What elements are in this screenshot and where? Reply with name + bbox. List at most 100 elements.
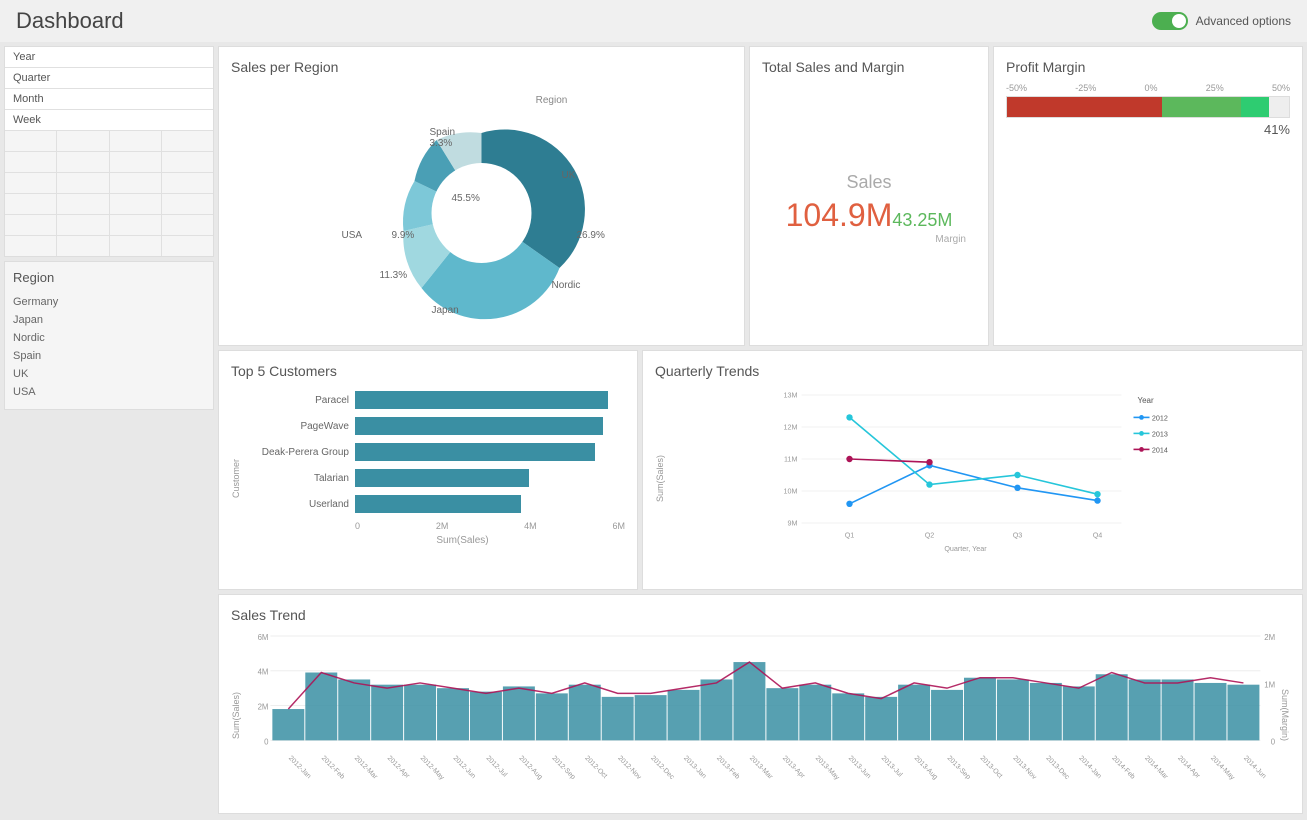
grid-cell-23 [110,236,161,256]
svg-text:9M: 9M [788,518,798,527]
axis-minus50: -50% [1006,83,1027,93]
donut-chart-container: Region [231,83,732,323]
svg-text:2012-Oct: 2012-Oct [583,755,608,780]
trend-bars-svg: 2012-Jan2012-Feb2012-Mar2012-Apr2012-May… [241,631,1280,800]
x-tick-6m: 6M [612,521,625,531]
grid-cell-19 [110,215,161,235]
region-uk[interactable]: UK [13,365,205,383]
svg-text:10M: 10M [784,486,798,495]
filter-week[interactable]: Week [5,110,213,131]
quarterly-chart: 13M 12M 11M 10M 9M Q1 Q2 Q3 Q4 [665,387,1290,571]
filter-quarter[interactable]: Quarter [5,68,213,89]
usa-label: USA [342,230,363,241]
filter-month[interactable]: Month [5,89,213,110]
svg-text:2012-Sep: 2012-Sep [550,755,576,781]
svg-text:Q3: Q3 [1013,530,1023,539]
grid-cell-2 [57,131,108,151]
svg-text:2013-Feb: 2013-Feb [715,755,741,781]
point-2012-q1 [846,501,852,507]
filter-year[interactable]: Year [5,47,213,68]
uk-pct: 26.9% [577,230,605,241]
x-tick-0: 0 [355,521,360,531]
customer-name-paracel: Paracel [245,395,355,406]
customer-bar-fill-talarian [355,469,529,487]
margin-percent: 41% [1006,122,1290,137]
app-header: Dashboard Advanced options [0,0,1307,42]
svg-text:2013-Oct: 2013-Oct [979,755,1004,780]
svg-text:2013-Nov: 2013-Nov [1011,755,1037,782]
advanced-options[interactable]: Advanced options [1152,12,1291,30]
app-title: Dashboard [16,8,124,34]
svg-text:2012-Jun: 2012-Jun [452,755,477,781]
svg-text:2014-Jan: 2014-Jan [1077,755,1102,781]
grid-cell-8 [162,152,213,172]
grid-cell-4 [162,131,213,151]
grid-cell-10 [57,173,108,193]
grid-cell-22 [57,236,108,256]
svg-text:Year: Year [1138,396,1155,405]
sales-trend-title: Sales Trend [231,607,1290,623]
svg-text:2012-Feb: 2012-Feb [320,755,346,781]
sales-trend-content: Sum(Sales) 6M 4M 2M [231,631,1290,800]
svg-text:2012-Aug: 2012-Aug [517,755,543,781]
region-spain[interactable]: Spain [13,347,205,365]
svg-text:2013-Jul: 2013-Jul [880,755,904,779]
svg-text:2M: 2M [1264,633,1275,642]
sales-per-region-panel: Sales per Region Region [218,46,745,346]
svg-text:2013-Apr: 2013-Apr [781,755,806,781]
svg-text:2013-Jun: 2013-Jun [847,755,872,781]
total-sales-panel: Total Sales and Margin Sales 104.9M 43.2… [749,46,989,346]
svg-text:2014-May: 2014-May [1209,755,1236,782]
total-sales-title: Total Sales and Margin [762,59,904,75]
middle-row: Top 5 Customers Customer Paracel [218,350,1303,590]
svg-text:2012-Jan: 2012-Jan [287,755,312,781]
customer-row-userland: Userland [245,495,625,513]
region-japan[interactable]: Japan [13,311,205,329]
usa-pct: 45.5% [452,193,480,204]
total-sales-content: Sales 104.9M 43.25M Margin [762,83,976,333]
grid-cell-7 [110,152,161,172]
sales-label: Sales [846,172,891,193]
grid-cell-13 [5,194,56,214]
svg-text:2013-Sep: 2013-Sep [946,755,972,781]
svg-text:2012-Dec: 2012-Dec [649,755,675,782]
filter-section: Year Quarter Month Week [4,46,214,257]
region-usa[interactable]: USA [13,383,205,401]
svg-text:Q4: Q4 [1093,530,1103,539]
customers-x-label: Sum(Sales) [245,535,625,546]
region-germany[interactable]: Germany [13,293,205,311]
grid-cell-16 [162,194,213,214]
region-nordic[interactable]: Nordic [13,329,205,347]
svg-text:2014-Jun: 2014-Jun [1242,755,1267,781]
trend-y-right-label: Sum(Margin) [1280,689,1290,741]
customers-y-label: Customer [231,459,241,498]
x-tick-4m: 4M [524,521,537,531]
margin-bar-red [1007,97,1162,117]
point-2013-q3 [1014,472,1020,478]
svg-text:11M: 11M [784,454,797,463]
customers-bars: Paracel PageWave [241,387,625,571]
svg-text:2013-Mar: 2013-Mar [748,755,774,782]
advanced-options-toggle[interactable] [1152,12,1188,30]
svg-text:2012-May: 2012-May [419,755,446,782]
filter-grid [5,131,213,256]
svg-text:2012-Mar: 2012-Mar [353,755,379,782]
nordic-label: Nordic [552,280,581,291]
svg-text:2014: 2014 [1152,446,1168,455]
margin-label: Margin [935,234,966,245]
customer-bar-fill-paracel [355,391,608,409]
svg-text:2014-Apr: 2014-Apr [1176,755,1201,781]
axis-0: 0% [1144,83,1157,93]
customer-name-deak: Deak-Perera Group [245,447,355,458]
nordic-pct: 9.9% [392,230,415,241]
grid-cell-9 [5,173,56,193]
advanced-options-label: Advanced options [1196,14,1291,28]
axis-50: 50% [1272,83,1290,93]
bottom-row: Sales Trend Sum(Sales) 6M [218,594,1303,814]
grid-cell-20 [162,215,213,235]
svg-text:2013-Dec: 2013-Dec [1044,755,1070,782]
top-customers-title: Top 5 Customers [231,363,625,379]
sales-values: 104.9M 43.25M [786,197,953,234]
grid-cell-5 [5,152,56,172]
japan-pct: 11.3% [380,270,408,281]
